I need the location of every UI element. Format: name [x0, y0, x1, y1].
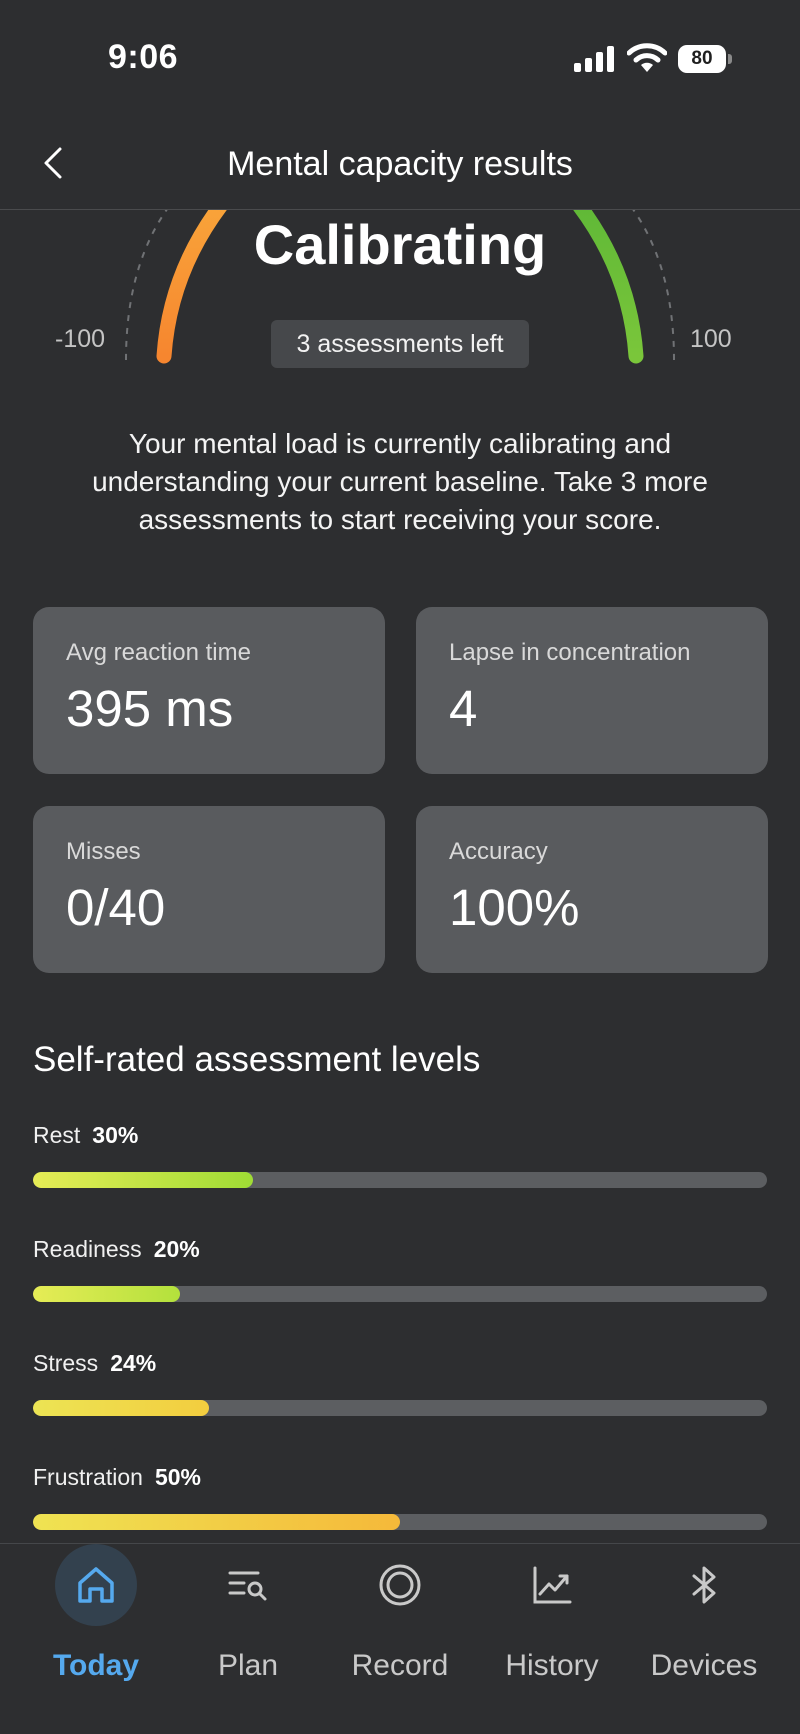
- metric-value: 4: [449, 680, 478, 737]
- metric-card-misses: Misses 0/40: [33, 806, 385, 973]
- level-fill: [33, 1286, 180, 1302]
- metric-label: Accuracy: [449, 838, 548, 865]
- tab-record[interactable]: Record: [324, 1544, 476, 1694]
- metric-value: 100%: [449, 879, 580, 936]
- level-percent: 50%: [154, 1464, 201, 1490]
- level-label: Rest: [33, 1122, 81, 1148]
- history-chart-icon: [533, 1566, 572, 1604]
- tab-today[interactable]: Today: [20, 1544, 172, 1694]
- tab-history[interactable]: History: [476, 1544, 628, 1694]
- assessments-left-badge: 3 assessments left: [271, 320, 529, 368]
- metric-card-accuracy: Accuracy 100%: [416, 806, 768, 973]
- metric-card-reaction-time: Avg reaction time 395 ms: [33, 607, 385, 774]
- screen: 9:06 80 Mental capacity results Calibrat…: [0, 0, 800, 1734]
- level-row-stress: Stress 24%: [33, 1350, 767, 1416]
- tab-devices[interactable]: Devices: [628, 1544, 780, 1694]
- level-track: [33, 1514, 767, 1530]
- level-track: [33, 1286, 767, 1302]
- home-icon: [78, 1567, 114, 1603]
- battery-icon: 80: [678, 45, 732, 73]
- gauge-min-label: -100: [55, 325, 106, 353]
- level-percent: 30%: [92, 1122, 139, 1148]
- mental-load-gauge: Calibrating 3 assessments left -100 100: [0, 210, 800, 380]
- level-row-frustration: Frustration 50%: [33, 1464, 767, 1530]
- tab-label: Devices: [650, 1649, 758, 1682]
- level-fill: [33, 1400, 210, 1416]
- tab-bar: Today Plan Record History Devices: [0, 1543, 800, 1734]
- page-title: Mental capacity results: [227, 145, 573, 183]
- level-track: [33, 1400, 767, 1416]
- record-icon: [379, 1564, 421, 1606]
- tab-plan[interactable]: Plan: [172, 1544, 324, 1694]
- metric-value: 0/40: [66, 879, 166, 936]
- level-fill: [33, 1172, 254, 1188]
- status-time: 9:06: [108, 38, 179, 76]
- gauge-status: Calibrating: [253, 213, 547, 276]
- calibration-description: Your mental load is currently calibratin…: [92, 428, 708, 535]
- level-label: Stress: [33, 1350, 99, 1376]
- tab-label: Record: [351, 1649, 449, 1682]
- section-title: Self-rated assessment levels: [33, 1040, 481, 1079]
- level-row-readiness: Readiness 20%: [33, 1236, 767, 1302]
- wifi-icon: [627, 43, 667, 72]
- gauge-max-label: 100: [690, 325, 732, 353]
- level-percent: 20%: [153, 1236, 200, 1262]
- level-fill: [33, 1514, 400, 1530]
- status-bar: 9:06 80: [0, 0, 800, 115]
- level-label: Frustration: [33, 1464, 143, 1490]
- tab-label: Today: [52, 1649, 140, 1682]
- tab-label: Plan: [217, 1649, 279, 1682]
- tab-label: History: [505, 1649, 599, 1682]
- level-label: Readiness: [33, 1236, 142, 1262]
- header: Mental capacity results: [0, 115, 800, 210]
- battery-level: 80: [691, 48, 713, 69]
- level-percent: 24%: [110, 1350, 157, 1376]
- metric-label: Avg reaction time: [66, 639, 251, 666]
- cellular-signal-icon: [574, 46, 614, 72]
- plan-search-icon: [228, 1571, 267, 1601]
- metric-card-lapse: Lapse in concentration 4: [416, 607, 768, 774]
- metric-label: Lapse in concentration: [449, 639, 691, 666]
- bluetooth-icon: [692, 1566, 716, 1604]
- level-track: [33, 1172, 767, 1188]
- metric-label: Misses: [66, 838, 141, 865]
- level-row-rest: Rest 30%: [33, 1122, 767, 1188]
- metric-value: 395 ms: [66, 680, 234, 737]
